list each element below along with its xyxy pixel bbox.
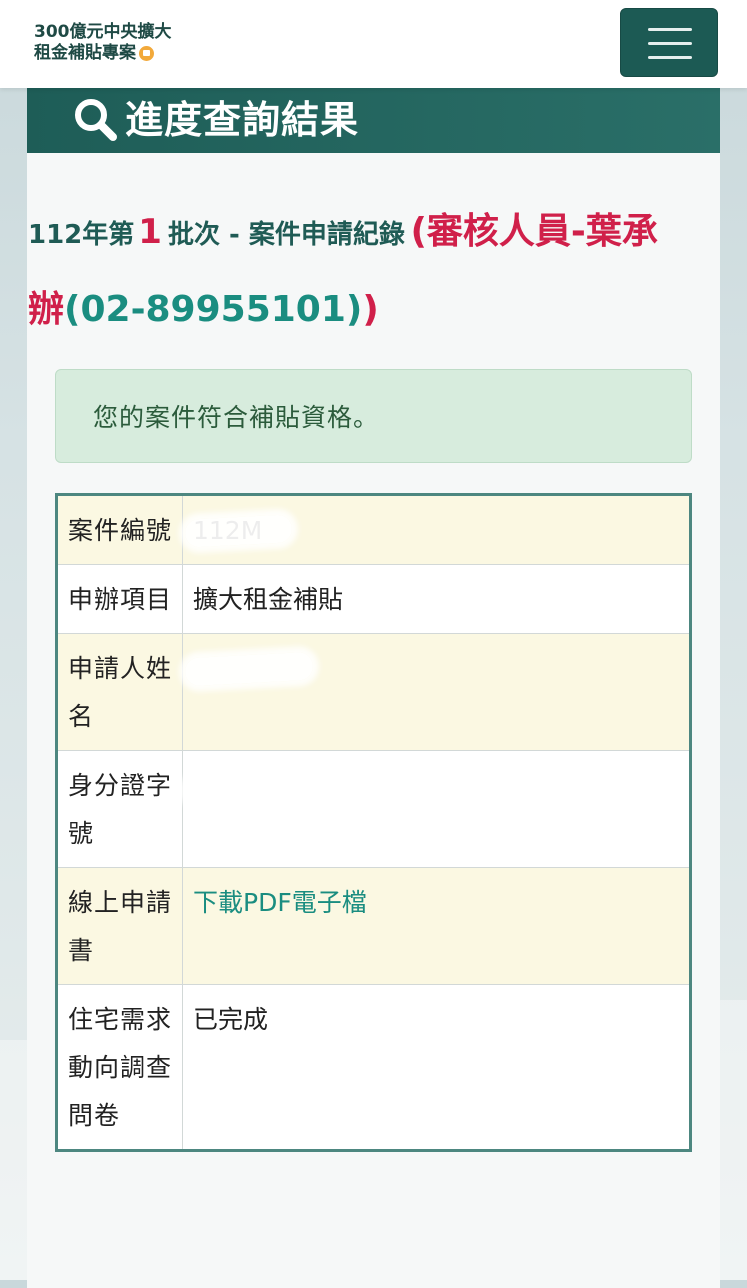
service-item-label: 申辦項目 [56,564,183,634]
search-icon [75,99,117,141]
logo-line1: 300億元中央擴大 [34,22,172,42]
table-row: 身分證字號 [56,750,691,868]
online-application-value: 下載PDF電子檔 [182,867,691,985]
card-header: 進度查詢結果 [27,88,720,153]
menu-bar-icon [648,42,692,45]
applicant-name-label: 申請人姓名 [56,633,183,751]
online-application-label: 線上申請書 [56,867,183,985]
batch-prefix: 112年第 [28,220,135,250]
background-building [720,1000,747,1280]
case-number-label: 案件編號 [56,494,183,565]
service-item-value: 擴大租金補貼 [182,564,691,634]
id-number-value [182,750,691,868]
site-header: 300億元中央擴大 租金補貼專案 [0,0,747,88]
batch-suffix: 批次 - 案件申請紀錄 [167,220,405,250]
house-icon [139,46,154,61]
logo-line2: 租金補貼專案 [34,43,136,63]
menu-bar-icon [648,56,692,59]
table-row: 申辦項目 擴大租金補貼 [56,564,691,634]
menu-bar-icon [648,28,692,31]
reviewer-close: ) [362,289,379,330]
survey-value: 已完成 [182,984,691,1151]
survey-label: 住宅需求動向調查問卷 [56,984,183,1151]
table-row: 住宅需求動向調查問卷 已完成 [56,984,691,1151]
site-logo[interactable]: 300億元中央擴大 租金補貼專案 [34,22,172,64]
id-number-label: 身分證字號 [56,750,183,868]
case-info-table: 案件編號 112M 申辦項目 擴大租金補貼 申請人姓名 身分證字號 線上申請書 … [55,493,692,1152]
batch-heading: 112年第 1 批次 - 案件申請紀錄 (審核人員-葉承辦(02-89955101)… [28,196,668,352]
reviewer-phone: (02-89955101) [64,289,363,330]
download-pdf-link[interactable]: 下載PDF電子檔 [193,888,367,917]
table-row: 案件編號 112M [56,494,691,565]
case-number-value: 112M [182,494,691,565]
redacted-case-number: 112M [193,507,262,555]
redacted-applicant-name [193,645,283,693]
applicant-name-value [182,633,691,751]
eligibility-alert: 您的案件符合補貼資格。 [55,369,692,463]
batch-number: 1 [138,212,162,252]
alert-message: 您的案件符合補貼資格。 [93,403,380,432]
table-row: 線上申請書 下載PDF電子檔 [56,867,691,985]
table-row: 申請人姓名 [56,633,691,751]
background-building [0,1040,28,1280]
hamburger-menu-button[interactable] [620,8,718,77]
redacted-id-number [193,762,363,810]
page-title: 進度查詢結果 [125,98,360,142]
